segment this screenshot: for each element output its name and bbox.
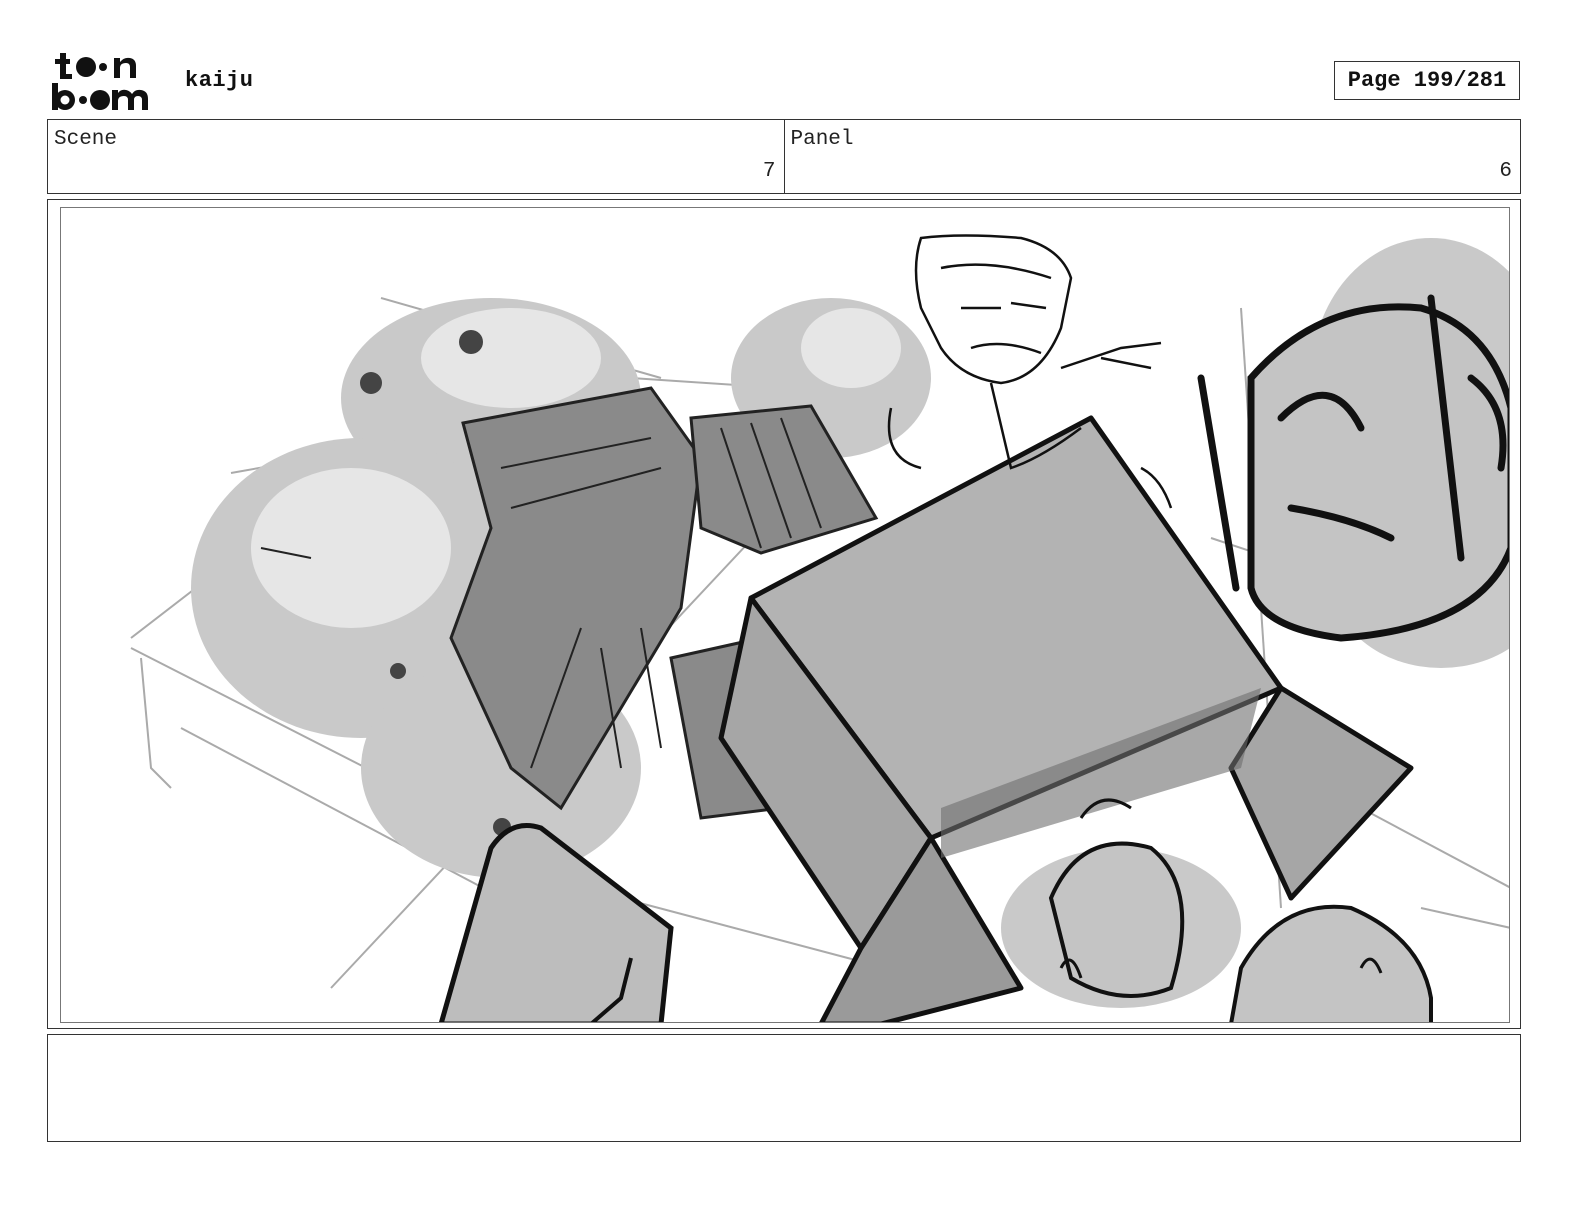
storyboard-drawing bbox=[60, 207, 1510, 1023]
page-indicator: Page 199/281 bbox=[1334, 61, 1520, 100]
scene-number: 7 bbox=[762, 160, 776, 183]
panel-notes bbox=[47, 1034, 1521, 1142]
panel-cell: Panel 6 bbox=[783, 120, 1521, 193]
panel-number: 6 bbox=[1499, 160, 1512, 183]
scene-panel-info: Scene 7 Panel 6 bbox=[47, 119, 1521, 194]
scene-cell: Scene 7 bbox=[48, 120, 784, 193]
toon-boom-logo bbox=[50, 50, 165, 114]
scene-label: Scene bbox=[54, 128, 118, 151]
storyboard-panel-frame bbox=[47, 199, 1521, 1029]
project-title: kaiju bbox=[185, 68, 254, 93]
panel-label: Panel bbox=[790, 128, 854, 151]
